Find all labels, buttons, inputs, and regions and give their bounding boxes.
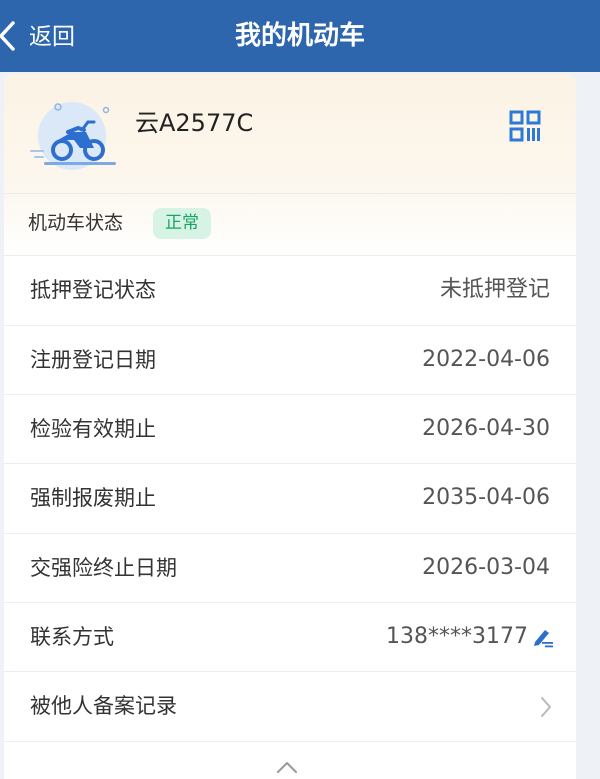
list-item-insurance-end-date: 交强险终止日期 2026-03-04 — [4, 533, 576, 603]
row-value: 2026-04-30 — [422, 416, 550, 441]
list-item-contact[interactable]: 联系方式 138****3177 — [4, 602, 576, 672]
chevron-right-icon — [541, 697, 551, 717]
license-plate: 云A2577C — [135, 109, 254, 137]
list-item-filing-records[interactable]: 被他人备案记录 — [4, 671, 576, 741]
chevron-up-icon[interactable] — [276, 760, 298, 774]
list-item-registration-date: 注册登记日期 2022-04-06 — [4, 325, 576, 395]
list-item-mortgage-status: 抵押登记状态 未抵押登记 — [4, 255, 576, 325]
row-label: 联系方式 — [30, 625, 114, 649]
row-label: 被他人备案记录 — [30, 694, 177, 718]
top-nav-bar: 返回 我的机动车 — [0, 0, 600, 72]
motorcycle-icon — [30, 102, 116, 170]
status-label: 机动车状态 — [28, 212, 124, 234]
row-value: 未抵押登记 — [439, 277, 550, 302]
contact-phone: 138****3177 — [386, 624, 528, 649]
row-label: 强制报废期止 — [30, 486, 156, 510]
row-label: 检验有效期止 — [30, 417, 156, 441]
row-value: 2026-03-04 — [422, 555, 550, 580]
row-label: 抵押登记状态 — [30, 278, 156, 302]
row-value: 2035-04-06 — [422, 485, 550, 510]
list-item-scrap-deadline: 强制报废期止 2035-04-06 — [4, 463, 576, 533]
page-title: 我的机动车 — [234, 21, 365, 51]
vehicle-card: 云A2577C 机动车状态 正常 抵押登记状态 未抵押登记 注册登记日期 202… — [4, 74, 576, 779]
edit-icon[interactable] — [532, 628, 554, 648]
row-label: 注册登记日期 — [30, 348, 156, 372]
vehicle-status-row: 机动车状态 正常 — [4, 193, 576, 255]
plate-row: 云A2577C — [4, 74, 576, 193]
row-label: 交强险终止日期 — [30, 556, 177, 580]
row-value: 2022-04-06 — [422, 347, 550, 372]
list-item-inspection-valid-until: 检验有效期止 2026-04-30 — [4, 394, 576, 464]
qr-code-icon[interactable] — [509, 110, 541, 142]
status-badge: 正常 — [153, 208, 211, 239]
